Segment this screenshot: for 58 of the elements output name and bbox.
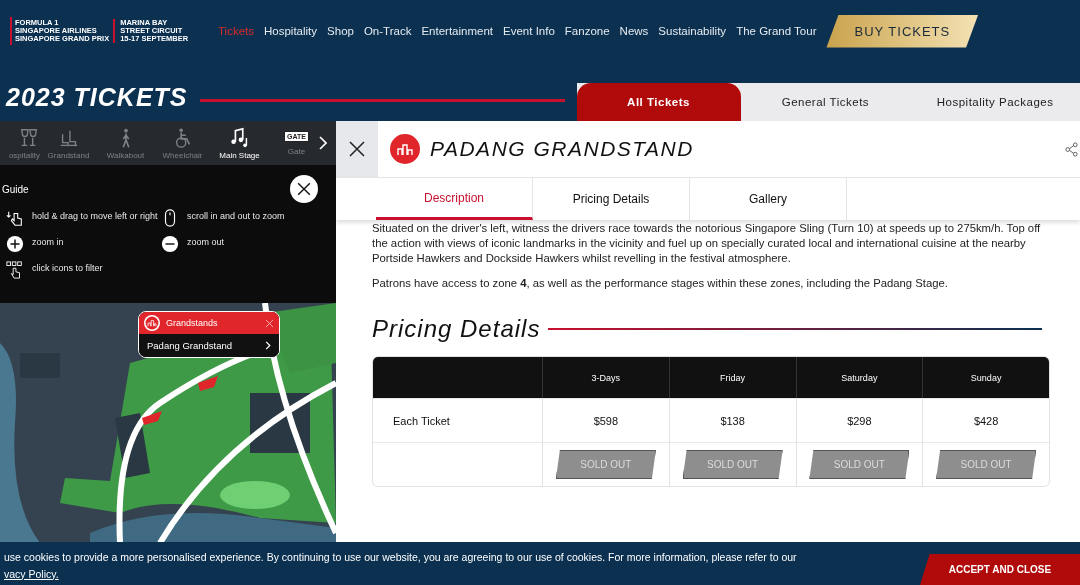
chevron-right-icon (265, 341, 271, 350)
tab[interactable]: All Tickets (576, 83, 741, 121)
close-button[interactable] (290, 175, 318, 203)
guide-tip: hold & drag to move left or right (32, 210, 158, 222)
grandstand-icon (144, 315, 160, 331)
nav-link[interactable]: Entertainment (421, 25, 494, 37)
table-cell: $298 (795, 398, 923, 442)
guide-tip: zoom in (32, 236, 64, 248)
tab[interactable]: Pricing Details (533, 178, 690, 220)
nav-link[interactable]: Shop (327, 25, 354, 37)
description-paragraph: Patrons have access to zone 4, as well as the performance stages within these zones, including the Padang Stage. (372, 276, 949, 291)
section-heading: Pricing Details (372, 315, 541, 343)
wine-glasses-icon (18, 126, 40, 149)
tab[interactable]: Gallery (690, 178, 847, 220)
map-filter[interactable]: ospitality (0, 126, 40, 160)
column-header: Saturday (795, 357, 923, 398)
tap-icons-icon (6, 261, 24, 279)
grandstand-icon (390, 134, 420, 164)
column-header: Friday (668, 357, 796, 398)
table-cell: $428 (922, 398, 1049, 442)
popup-category: Grandstands (166, 318, 219, 328)
accept-button[interactable]: ACCEPT AND CLOSE (920, 554, 1080, 585)
nav-link[interactable]: Hospitality (264, 25, 318, 37)
map-filter[interactable]: Wheelchair (154, 126, 211, 160)
nav-link[interactable]: The Grand Tour (736, 25, 817, 37)
page-title: 2023 TICKETS (6, 83, 188, 112)
map-filter[interactable]: Main Stage (211, 126, 268, 160)
guide-tip: click icons to filter (32, 262, 103, 274)
nav-link[interactable]: News (619, 25, 649, 37)
minus-icon (161, 235, 179, 253)
cookie-notice: use cookies to provide a more personalised experience. By continuing to use our website, you are agreeing to our use of cookies. For more information, please refer to our vacy Policy. (3, 549, 798, 582)
table-cell: $598 (542, 398, 669, 442)
map-filter[interactable]: Grandstand (40, 126, 97, 160)
column-header: 3-Days (542, 357, 669, 398)
hand-drag-icon (6, 209, 24, 227)
tab[interactable]: Hospitality Packages (910, 83, 1080, 121)
description-paragraph: Situated on the driver's left, witness the drivers race towards the notorious Singapore Sling (Turn 10) at speeds up to 275km/h. Top off the action with views of iconic landmarks in the vicinity and fuel up on specially curated local and international cuisine at the nearby Portside Hawkers and Dockside Hawkers whilst revelling in the festival atmosphere. (372, 221, 1042, 266)
chevron-right-icon[interactable] (319, 136, 327, 150)
tab[interactable]: Description (376, 178, 533, 220)
column-header: Sunday (922, 357, 1049, 398)
share-icon[interactable] (1064, 141, 1079, 157)
nav-link[interactable]: Event Info (503, 25, 555, 37)
close-icon (349, 141, 365, 157)
guide-tip: scroll in and out to zoom (187, 210, 285, 222)
privacy-policy-link[interactable]: vacy Policy. (4, 567, 59, 580)
nav-link[interactable]: Fanzone (564, 25, 610, 37)
detail-title: PADANG GRANDSTAND (430, 137, 695, 161)
guide-title: Guide (2, 183, 29, 195)
tab[interactable]: General Tickets (740, 83, 911, 121)
nav-link[interactable]: On-Track (363, 25, 412, 37)
nav-link[interactable]: Sustainability (658, 25, 727, 37)
close-icon (297, 182, 311, 196)
table-cell: Each Ticket (373, 398, 542, 442)
guide-tip: zoom out (187, 236, 225, 248)
buy-tickets-button[interactable]: BUY TICKETS (826, 14, 979, 48)
plus-icon (6, 235, 24, 253)
map-filter[interactable]: Walkabout (97, 126, 154, 160)
table-cell: $138 (668, 398, 796, 442)
